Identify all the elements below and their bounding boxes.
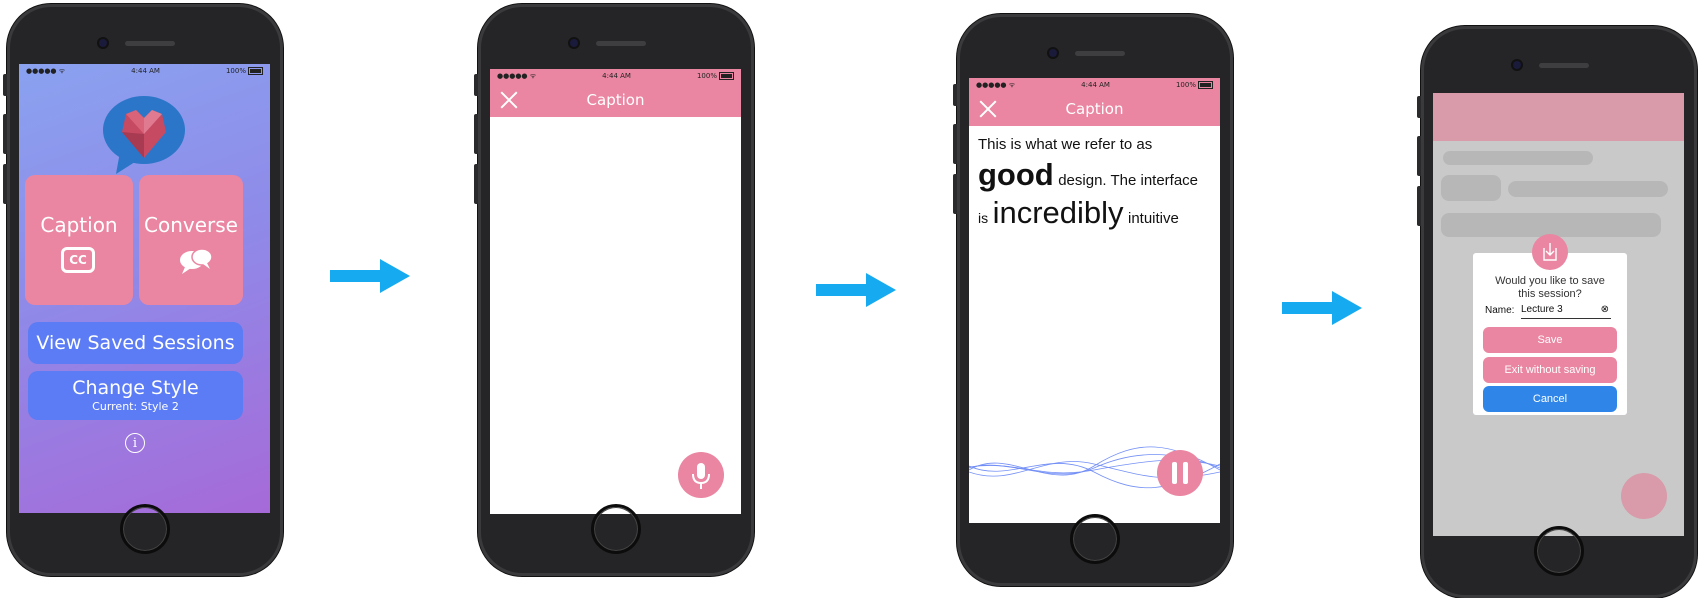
status-bar: ●●●●● ᯤ 4:44 AM 100% xyxy=(969,78,1220,92)
earpiece-speaker xyxy=(1075,51,1125,56)
front-camera xyxy=(1049,49,1057,57)
volume-up-button xyxy=(953,124,957,164)
mute-switch xyxy=(953,84,957,106)
phone-home: ●●●●● ᯤ 4:44 AM 100% Caption CC Converse xyxy=(3,4,283,576)
chat-bubbles-icon xyxy=(180,248,213,274)
status-bar: ●●●●● ᯤ 4:44 AM 100% xyxy=(19,64,270,78)
mute-switch xyxy=(474,74,478,96)
home-button[interactable] xyxy=(120,504,170,554)
microphone-icon xyxy=(692,463,710,489)
converse-tile[interactable]: Converse xyxy=(139,175,243,305)
info-icon[interactable]: i xyxy=(125,433,145,453)
caption-word-intuitive: intuitive xyxy=(1127,210,1179,227)
status-time: 4:44 AM xyxy=(602,72,631,80)
volume-down-button xyxy=(474,164,478,204)
clear-field-icon[interactable]: ⊗ xyxy=(1601,304,1609,315)
volume-down-button xyxy=(953,174,957,214)
arrow-right-icon xyxy=(330,259,410,293)
change-style-button[interactable]: Change Style Current: Style 2 xyxy=(28,371,243,420)
view-saved-sessions-button[interactable]: View Saved Sessions xyxy=(28,322,243,364)
caption-screen: ●●●●● ᯤ 4:44 AM 100% Caption xyxy=(490,69,741,514)
cc-icon: CC xyxy=(61,247,95,273)
live-caption-text: This is what we refer to as good design.… xyxy=(978,136,1210,231)
pause-icon xyxy=(1172,462,1188,484)
volume-up-button xyxy=(474,114,478,154)
status-time: 4:44 AM xyxy=(1081,81,1110,89)
caption-navbar: Caption xyxy=(490,83,741,117)
save-dialog-screen: Would you like to save this session? Nam… xyxy=(1433,93,1684,536)
status-time: 4:44 AM xyxy=(131,67,160,75)
phone-captioning: ●●●●● ᯤ 4:44 AM 100% Caption This is wha… xyxy=(953,14,1233,586)
caption-line-2: good design. The interface xyxy=(978,157,1210,193)
volume-down-button xyxy=(1417,186,1421,226)
status-bar: ●●●●● ᯤ 4:44 AM 100% xyxy=(490,69,741,83)
converse-tile-label: Converse xyxy=(144,213,238,237)
earpiece-speaker xyxy=(125,41,175,46)
heart-chat-logo-icon xyxy=(103,96,185,174)
volume-down-button xyxy=(3,164,7,204)
home-screen: ●●●●● ᯤ 4:44 AM 100% Caption CC Converse xyxy=(19,64,270,513)
arrow-right-icon xyxy=(816,273,896,307)
mute-switch xyxy=(3,74,7,96)
save-download-icon xyxy=(1532,234,1568,270)
pause-button[interactable] xyxy=(1157,450,1203,496)
caption-tile[interactable]: Caption CC xyxy=(25,175,133,305)
earpiece-speaker xyxy=(1539,63,1589,68)
front-camera xyxy=(1513,61,1521,69)
save-question: Would you like to save this session? xyxy=(1495,275,1605,300)
home-button[interactable] xyxy=(1534,526,1584,576)
caption-title: Caption xyxy=(586,91,645,109)
signal-indicator: ●●●●● ᯤ xyxy=(26,66,66,75)
save-session-dialog: Would you like to save this session? Nam… xyxy=(1473,234,1627,415)
change-style-label: Change Style xyxy=(72,377,199,399)
name-label: Name: xyxy=(1485,305,1515,316)
battery-indicator: 100% xyxy=(697,72,734,80)
home-button[interactable] xyxy=(1070,514,1120,564)
caption-navbar: Caption xyxy=(969,92,1220,126)
cancel-button[interactable]: Cancel xyxy=(1483,386,1617,412)
battery-indicator: 100% xyxy=(226,67,263,75)
microphone-button[interactable] xyxy=(678,452,724,498)
close-icon[interactable] xyxy=(979,100,997,118)
caption-line-3: is incredibly intuitive xyxy=(978,195,1210,231)
volume-up-button xyxy=(1417,136,1421,176)
caption-word-good: good xyxy=(978,157,1054,192)
arrow-right-icon xyxy=(1282,291,1362,325)
save-button[interactable]: Save xyxy=(1483,327,1617,353)
front-camera xyxy=(570,39,578,47)
caption-word-is: is xyxy=(978,210,989,226)
caption-line-1: This is what we refer to as xyxy=(978,136,1153,153)
home-button[interactable] xyxy=(591,504,641,554)
close-icon[interactable] xyxy=(500,91,518,109)
earpiece-speaker xyxy=(596,41,646,46)
phone-caption-empty: ●●●●● ᯤ 4:44 AM 100% Caption xyxy=(474,4,754,576)
phone-save-dialog: Would you like to save this session? Nam… xyxy=(1417,26,1697,598)
battery-indicator: 100% xyxy=(1176,81,1213,89)
caption-tile-label: Caption xyxy=(40,213,118,237)
session-name-input[interactable]: Lecture 3 ⊗ xyxy=(1521,304,1611,319)
signal-indicator: ●●●●● ᯤ xyxy=(497,71,537,80)
view-saved-sessions-label: View Saved Sessions xyxy=(36,332,235,354)
exit-without-saving-button[interactable]: Exit without saving xyxy=(1483,357,1617,383)
front-camera xyxy=(99,39,107,47)
caption-word-incredibly: incredibly xyxy=(992,195,1124,230)
caption-title: Caption xyxy=(1065,100,1124,118)
session-name-value: Lecture 3 xyxy=(1521,304,1563,315)
mute-switch xyxy=(1417,96,1421,118)
volume-up-button xyxy=(3,114,7,154)
current-style-label: Current: Style 2 xyxy=(92,400,179,413)
caption-line-2-rest: design. The interface xyxy=(1058,172,1199,189)
signal-indicator: ●●●●● ᯤ xyxy=(976,80,1016,89)
captioning-screen: ●●●●● ᯤ 4:44 AM 100% Caption This is wha… xyxy=(969,78,1220,523)
